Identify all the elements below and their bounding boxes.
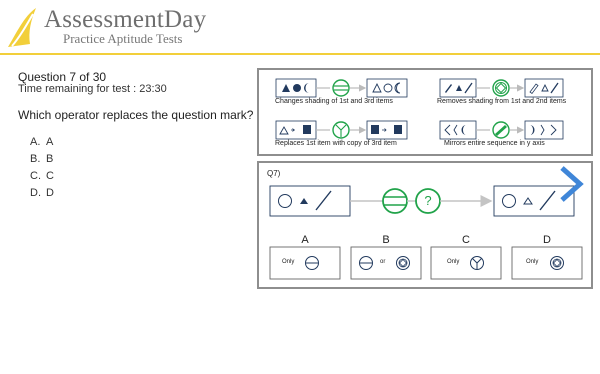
brand-tagline: Practice Aptitude Tests <box>63 31 183 46</box>
answer-box-b[interactable] <box>350 246 422 280</box>
answer-letter-b: B <box>382 234 390 246</box>
option-a[interactable]: A. A <box>30 133 54 150</box>
timer-text: Time remaining for test : 23:30 <box>18 83 167 95</box>
option-key: D. <box>30 186 41 199</box>
option-key: A. <box>30 135 41 148</box>
answer-box-d[interactable] <box>511 246 583 280</box>
example-2-caption: Removes shading from 1st and 2nd items <box>437 98 567 105</box>
answer-letter-c: C <box>462 234 470 246</box>
answer-options: A. A B. B C. C D. D <box>30 133 54 201</box>
answer-c-text: Only <box>447 259 460 265</box>
example-2-figure <box>439 78 564 98</box>
option-label: C <box>46 169 54 182</box>
answer-a-text: Only <box>282 259 295 265</box>
header-divider <box>0 53 600 55</box>
example-4-figure <box>439 120 564 140</box>
chevron-right-icon[interactable] <box>558 166 584 202</box>
puzzle-figure <box>269 185 583 280</box>
answer-b-text: or <box>380 259 386 265</box>
question-prompt: Which operator replaces the question mar… <box>18 108 254 122</box>
puzzle-panel: Q7) ? A B C D Only or Only Only <box>257 161 593 289</box>
example-1-caption: Changes shading of 1st and 3rd items <box>275 98 393 105</box>
example-3-figure <box>275 120 408 140</box>
header: AssessmentDay Practice Aptitude Tests <box>0 0 600 55</box>
option-label: B <box>46 152 54 165</box>
question-number: Question 7 of 30 <box>18 70 107 84</box>
example-1-figure <box>275 78 408 98</box>
operator-examples-panel: Changes shading of 1st and 3rd items Rem… <box>257 68 593 156</box>
option-key: C. <box>30 169 41 182</box>
answer-box-a[interactable] <box>269 246 341 280</box>
option-b[interactable]: B. B <box>30 150 54 167</box>
start-sequence-box <box>269 185 351 217</box>
operator-bars-icon <box>382 188 408 214</box>
option-d[interactable]: D. D <box>30 184 54 201</box>
option-key: B. <box>30 152 41 165</box>
brand-name: AssessmentDay <box>44 6 207 33</box>
answer-letter-d: D <box>543 234 551 246</box>
example-3-caption: Replaces 1st item with copy of 3rd item <box>275 140 397 147</box>
answer-d-text: Only <box>526 259 539 265</box>
answer-box-c[interactable] <box>430 246 502 280</box>
unknown-symbol: ? <box>424 193 432 208</box>
example-4-caption: Mirrors entire sequence in y axis <box>444 140 545 147</box>
option-label: D <box>46 186 54 199</box>
option-label: A <box>46 135 54 148</box>
option-c[interactable]: C. C <box>30 167 54 184</box>
answer-letter-a: A <box>301 234 309 246</box>
